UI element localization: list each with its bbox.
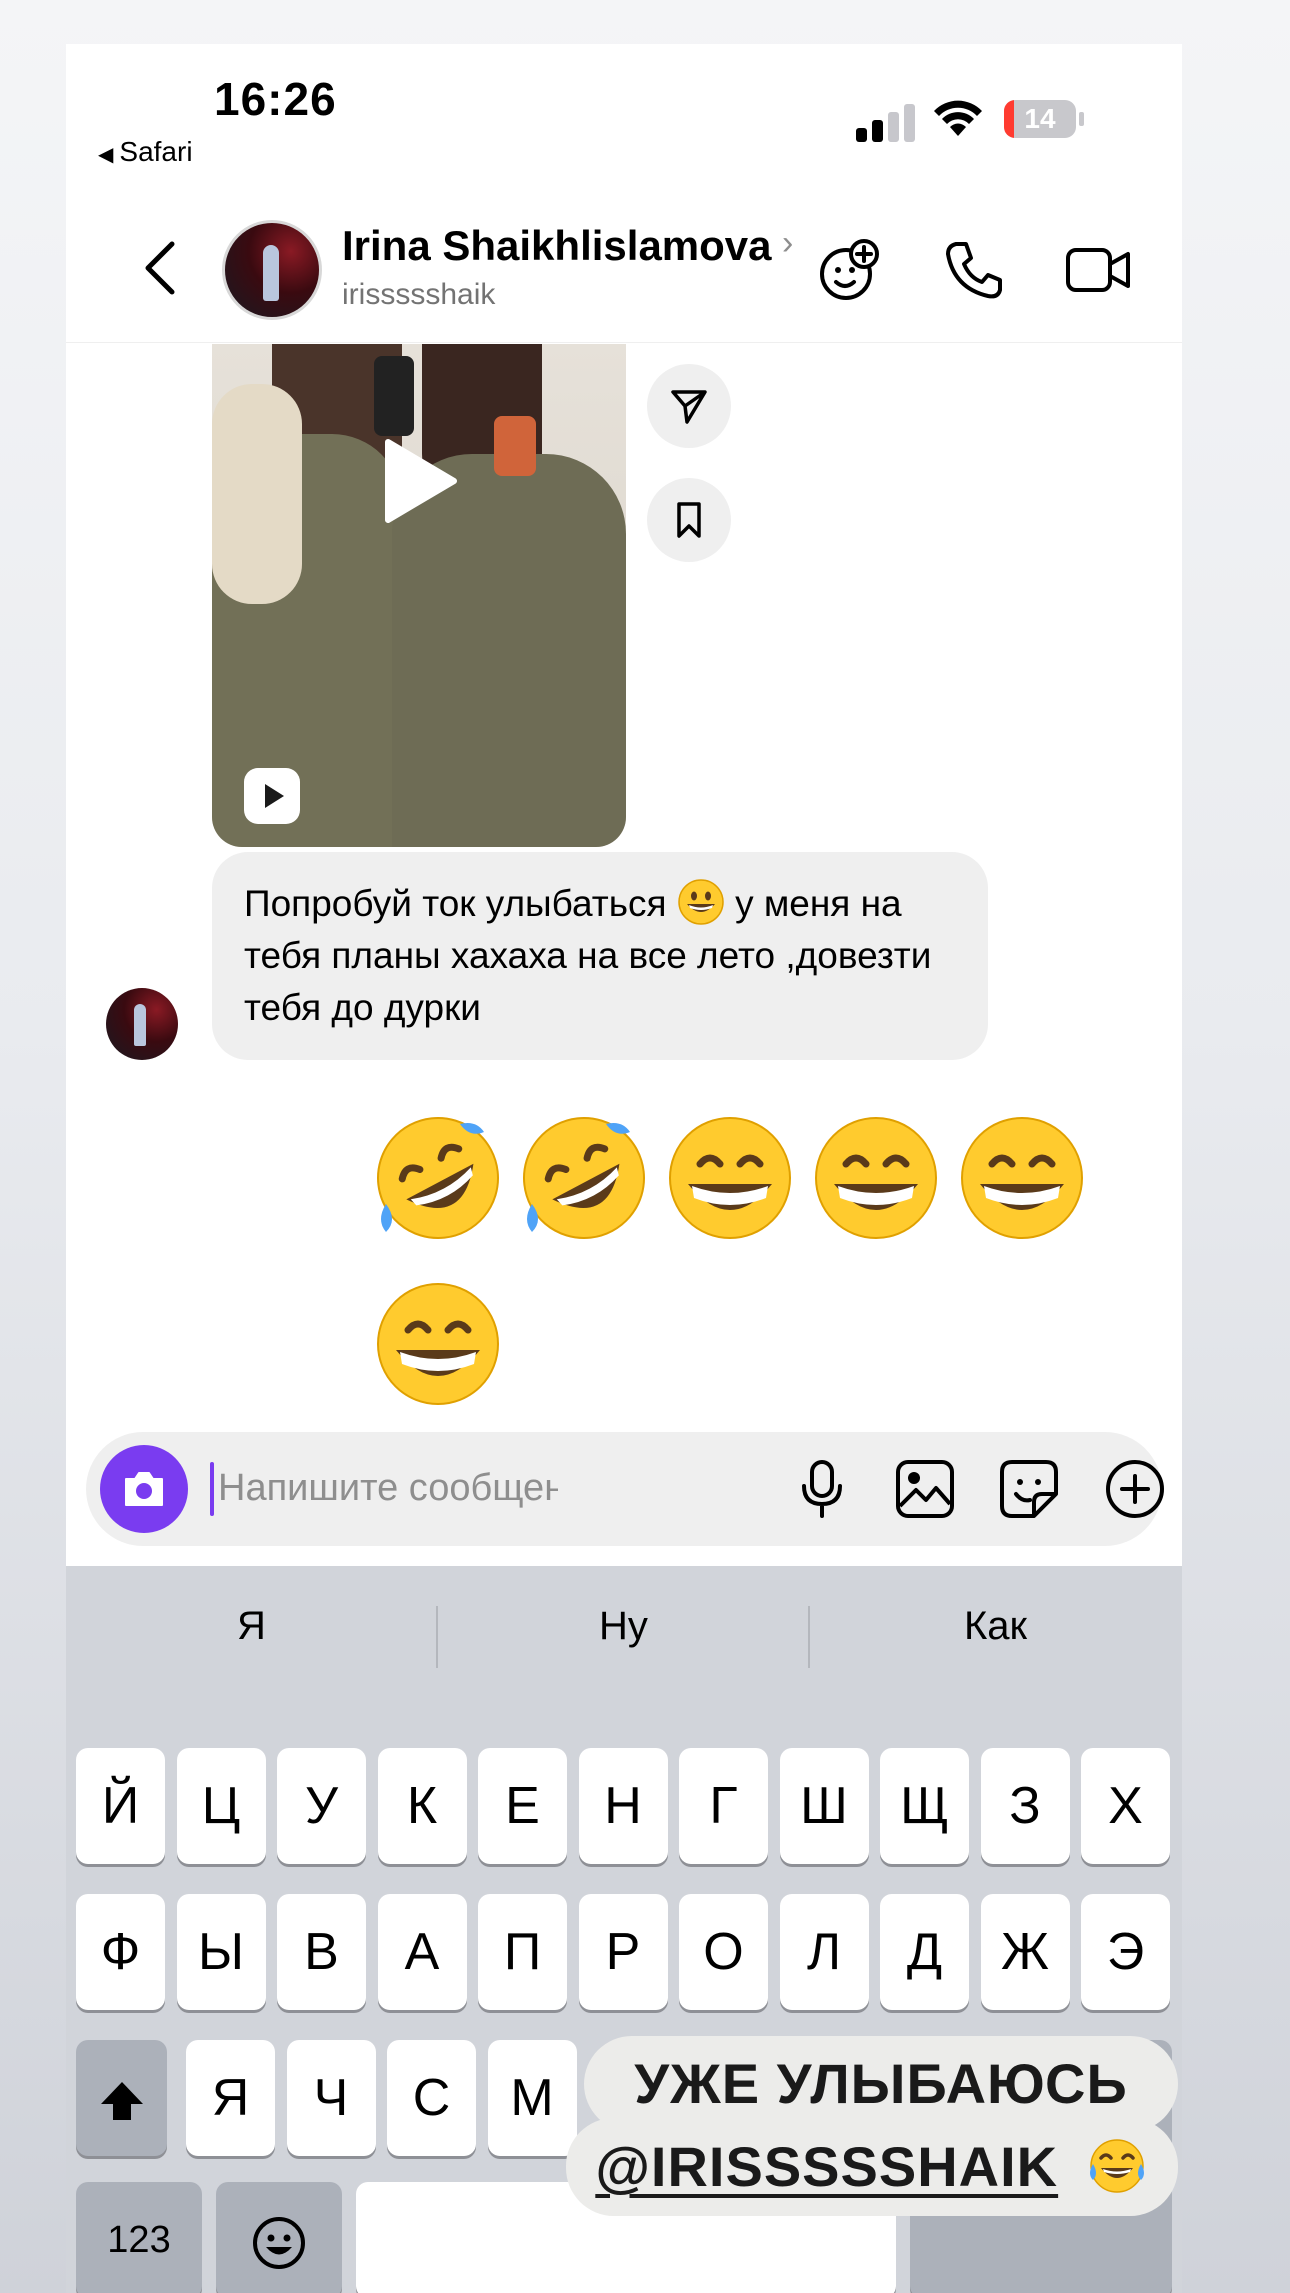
key-1-9[interactable]: Щ: [880, 1748, 969, 1864]
bookmark-icon: [677, 502, 701, 538]
key-1-5[interactable]: Е: [478, 1748, 567, 1864]
rolling-on-floor-laughing-emoji-icon: [377, 1117, 499, 1239]
key-3-3[interactable]: С: [387, 2040, 476, 2156]
text-caret: [210, 1462, 214, 1516]
camera-icon: [125, 1472, 163, 1506]
key-1-2[interactable]: Ц: [176, 1748, 266, 1864]
header-divider: [66, 342, 1182, 343]
key-2-10[interactable]: Ж: [980, 1894, 1070, 2010]
key-2-7[interactable]: О: [679, 1894, 768, 2010]
story-text-line2: @IRISSSSSHAIK: [566, 2118, 1178, 2216]
save-button[interactable]: [647, 478, 731, 562]
key-1-4[interactable]: К: [377, 1748, 467, 1864]
mention-link[interactable]: @IRISSSSSHAIK: [595, 2135, 1058, 2198]
key-1-1[interactable]: Й: [76, 1748, 165, 1864]
back-app-label: Safari: [119, 136, 193, 167]
key-1-3[interactable]: У: [277, 1748, 366, 1864]
sender-avatar[interactable]: [106, 988, 178, 1060]
grinning-face-with-smiling-eyes-emoji-icon: [377, 1283, 499, 1405]
contact-name[interactable]: Irina Shaikhlislamova: [342, 222, 772, 270]
emoji-face-icon: [253, 2217, 305, 2270]
camera-button[interactable]: [100, 1445, 188, 1533]
key-2-9[interactable]: Д: [880, 1894, 969, 2010]
grinning-face-with-smiling-eyes-emoji-icon: [961, 1117, 1083, 1239]
back-triangle-icon: ◀: [98, 144, 114, 166]
status-time: 16:26: [214, 73, 337, 125]
message-composer: [86, 1432, 1164, 1546]
key-1-6[interactable]: Н: [578, 1748, 668, 1864]
cellular-signal-icon: [856, 102, 916, 142]
phone-icon[interactable]: [942, 238, 1006, 302]
tears-of-joy-emoji-icon: [1089, 2139, 1144, 2193]
emoji-key[interactable]: [216, 2182, 342, 2293]
header-avatar[interactable]: [222, 220, 322, 320]
sticker-icon[interactable]: [998, 1458, 1060, 1520]
key-2-6[interactable]: Р: [578, 1894, 668, 2010]
key-2-3[interactable]: В: [277, 1894, 366, 2010]
wifi-icon: [934, 100, 982, 136]
share-button[interactable]: [647, 364, 731, 448]
numbers-key[interactable]: 123: [76, 2182, 202, 2293]
suggestion-1[interactable]: Я: [66, 1604, 437, 1649]
key-2-4[interactable]: А: [377, 1894, 467, 2010]
story-text-sticker: УЖЕ УЛЫБАЮСЬ @IRISSSSSHAIK: [566, 2036, 1178, 2216]
grinning-face-emoji-icon: [678, 879, 724, 925]
back-to-safari[interactable]: ◀ Safari: [98, 136, 193, 168]
shared-reel-thumbnail[interactable]: [212, 344, 626, 847]
predictive-bar: Я Ну Как: [66, 1566, 1182, 1700]
add-icon[interactable]: [1104, 1458, 1166, 1520]
send-icon: [671, 390, 707, 424]
back-chevron-icon[interactable]: [136, 238, 186, 298]
key-2-8[interactable]: Л: [779, 1894, 869, 2010]
grinning-face-with-smiling-eyes-emoji-icon: [815, 1117, 937, 1239]
gallery-icon[interactable]: [894, 1458, 956, 1520]
microphone-icon[interactable]: [792, 1458, 852, 1520]
contact-handle[interactable]: irissssshaik: [342, 278, 495, 312]
key-3-2[interactable]: Ч: [286, 2040, 376, 2156]
message-input[interactable]: [218, 1458, 558, 1518]
key-2-11[interactable]: Э: [1081, 1894, 1170, 2010]
key-1-7[interactable]: Г: [679, 1748, 768, 1864]
key-1-11[interactable]: Х: [1081, 1748, 1170, 1864]
key-2-2[interactable]: Ы: [176, 1894, 266, 2010]
message-text-part1: Попробуй ток улыбаться: [244, 883, 667, 924]
phone-screen: 16:26 ◀ Safari 14 Irina Shaikhlislamova ›…: [66, 44, 1182, 2293]
key-3-4[interactable]: М: [487, 2040, 577, 2156]
shift-key[interactable]: [76, 2040, 167, 2156]
suggestion-3[interactable]: Как: [810, 1604, 1181, 1649]
shift-arrow-icon: [100, 2082, 143, 2121]
play-icon[interactable]: [380, 436, 460, 526]
key-2-1[interactable]: Ф: [76, 1894, 165, 2010]
rolling-on-floor-laughing-emoji-icon: [523, 1117, 645, 1239]
reels-icon: [244, 768, 300, 824]
battery-level: 14: [1024, 103, 1056, 134]
battery-icon: 14: [1004, 100, 1076, 138]
avatar-sticker-icon[interactable]: [816, 238, 882, 304]
key-3-1[interactable]: Я: [186, 2040, 275, 2156]
key-2-5[interactable]: П: [478, 1894, 567, 2010]
key-1-10[interactable]: З: [980, 1748, 1070, 1864]
grinning-face-with-smiling-eyes-emoji-icon: [669, 1117, 791, 1239]
battery-tip: [1079, 112, 1084, 126]
key-1-8[interactable]: Ш: [779, 1748, 869, 1864]
received-message-bubble[interactable]: Попробуй ток улыбаться у меня на тебя пл…: [212, 852, 988, 1060]
video-camera-icon[interactable]: [1064, 238, 1132, 302]
suggestion-2[interactable]: Ну: [438, 1604, 809, 1649]
chevron-right-icon[interactable]: ›: [782, 224, 793, 263]
